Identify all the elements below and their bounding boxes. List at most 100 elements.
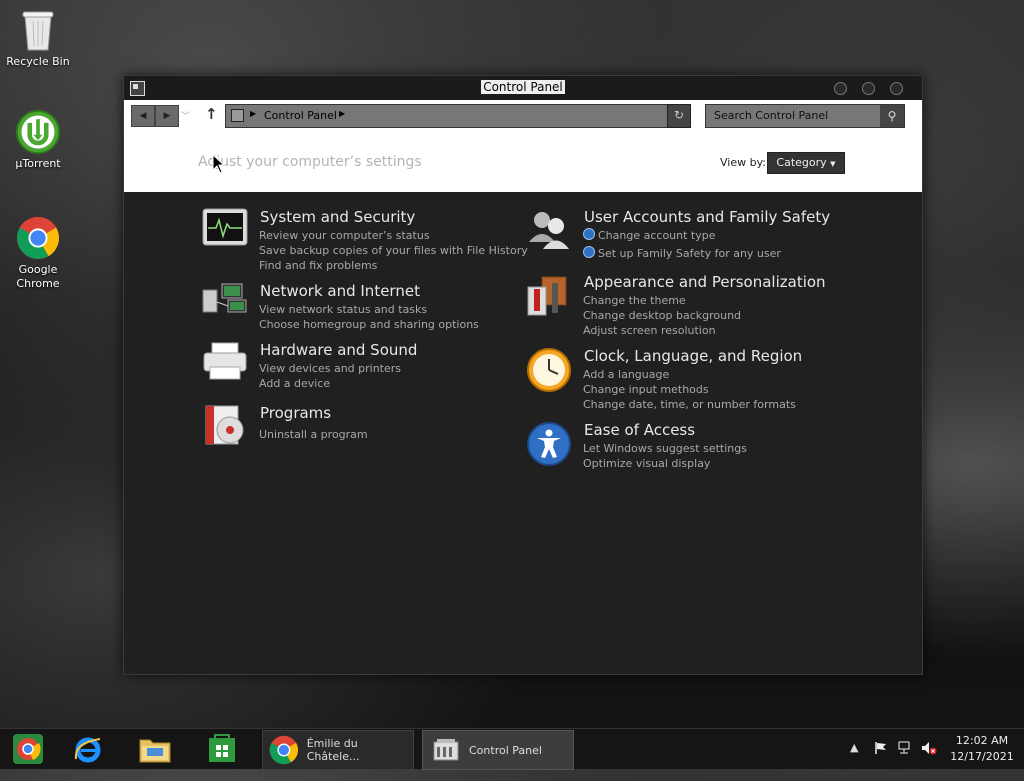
category-link[interactable]: Save backup copies of your files with Fi… bbox=[259, 243, 528, 258]
desktop-icon-label: µTorrent bbox=[15, 157, 61, 170]
search-button[interactable]: ⚲ bbox=[880, 105, 904, 127]
category-appearance-and-personalization: Appearance and Personalization Change th… bbox=[526, 273, 826, 337]
category-link[interactable]: Find and fix problems bbox=[259, 258, 528, 273]
category-link[interactable]: View devices and printers bbox=[259, 361, 401, 376]
clock-date: 12/17/2021 bbox=[950, 750, 1014, 763]
control-panel-icon bbox=[231, 109, 244, 122]
category-title[interactable]: System and Security bbox=[260, 208, 415, 226]
search-box[interactable]: Search Control Panel ⚲ bbox=[705, 104, 905, 128]
category-title[interactable]: Programs bbox=[260, 404, 331, 422]
page-title: Adjust your computer’s settings bbox=[198, 154, 422, 170]
recycle-bin-icon bbox=[16, 8, 60, 52]
category-link[interactable]: Uninstall a program bbox=[259, 427, 368, 442]
category-link[interactable]: View network status and tasks bbox=[259, 302, 479, 317]
category-title[interactable]: Clock, Language, and Region bbox=[584, 347, 802, 365]
category-link[interactable]: Review your computer’s status bbox=[259, 228, 528, 243]
task-label: Émilie du Châtele... bbox=[306, 737, 360, 763]
category-network-and-internet: Network and Internet View network status… bbox=[202, 282, 502, 332]
taskbar-clock[interactable]: 12:02 AM 12/17/2021 bbox=[944, 733, 1020, 765]
category-link[interactable]: Change date, time, or number formats bbox=[583, 397, 796, 412]
chevron-down-icon: ﹀ bbox=[181, 112, 191, 122]
programs-disc-icon[interactable] bbox=[202, 404, 248, 450]
clock-time: 12:02 AM bbox=[955, 734, 1009, 747]
category-link[interactable]: Add a language bbox=[583, 367, 796, 382]
chevron-down-icon: ▼ bbox=[830, 160, 836, 168]
start-button[interactable] bbox=[6, 729, 50, 769]
view-by-dropdown[interactable]: Category ▼ bbox=[767, 152, 845, 174]
page-header: Adjust your computer’s settings View by:… bbox=[124, 130, 922, 192]
recent-locations-dropdown[interactable]: ﹀ bbox=[181, 109, 190, 122]
category-ease-of-access: Ease of Access Let Windows suggest setti… bbox=[526, 421, 826, 471]
category-links: Let Windows suggest settings Optimize vi… bbox=[583, 441, 747, 471]
desktop-icon-recycle-bin[interactable]: Recycle Bin bbox=[4, 8, 72, 69]
control-panel-window: Control Panel ◀ ▶ ﹀ ↑ ▶ Control Panel ▶ … bbox=[123, 75, 923, 675]
category-link[interactable]: Change the theme bbox=[583, 293, 741, 308]
title-bar[interactable]: Control Panel bbox=[124, 76, 922, 100]
category-link[interactable]: Add a device bbox=[259, 376, 401, 391]
category-link[interactable]: Adjust screen resolution bbox=[583, 323, 741, 338]
window-title: Control Panel bbox=[481, 80, 565, 94]
category-title[interactable]: Network and Internet bbox=[260, 282, 420, 300]
printer-icon[interactable] bbox=[202, 341, 248, 387]
action-center-flag-icon[interactable] bbox=[874, 741, 888, 781]
up-button[interactable]: ↑ bbox=[205, 105, 218, 123]
category-links: View devices and printers Add a device bbox=[259, 361, 401, 391]
accessibility-icon[interactable] bbox=[526, 421, 572, 467]
category-title[interactable]: User Accounts and Family Safety bbox=[584, 208, 830, 226]
taskbar-task-control-panel[interactable]: Control Panel bbox=[422, 730, 574, 770]
taskbar-internet-explorer[interactable] bbox=[66, 729, 110, 769]
minimize-button[interactable] bbox=[834, 82, 847, 95]
taskbar-store[interactable] bbox=[200, 729, 244, 769]
breadcrumb-arrow-icon[interactable]: ▶ bbox=[250, 109, 256, 118]
category-link[interactable]: Set up Family Safety for any user bbox=[583, 245, 781, 263]
category-links: Change account type Set up Family Safety… bbox=[583, 227, 781, 263]
shield-icon bbox=[583, 228, 595, 240]
close-button[interactable] bbox=[890, 82, 903, 95]
category-links: Add a language Change input methods Chan… bbox=[583, 367, 796, 412]
category-link[interactable]: Change account type bbox=[583, 227, 781, 245]
category-links: Review your computer’s status Save backu… bbox=[259, 228, 528, 273]
user-accounts-icon[interactable] bbox=[526, 208, 572, 254]
system-monitor-icon[interactable] bbox=[202, 208, 248, 254]
control-panel-icon bbox=[433, 739, 459, 761]
category-link[interactable]: Change desktop background bbox=[583, 308, 741, 323]
forward-arrow-icon: ▶ bbox=[163, 111, 171, 121]
refresh-icon: ↻ bbox=[673, 108, 685, 122]
category-link[interactable]: Optimize visual display bbox=[583, 456, 747, 471]
desktop-icon-google-chrome[interactable]: Google Chrome bbox=[4, 216, 72, 291]
show-hidden-icons-button[interactable]: ▲ bbox=[850, 741, 864, 781]
breadcrumb-control-panel[interactable]: Control Panel bbox=[264, 109, 337, 122]
back-button[interactable]: ◀ bbox=[131, 105, 155, 127]
taskbar-task-chrome[interactable]: Émilie du Châtele... bbox=[262, 730, 414, 770]
taskbar-file-explorer[interactable] bbox=[133, 729, 177, 769]
network-computers-icon[interactable] bbox=[202, 282, 248, 328]
category-link[interactable]: Choose homegroup and sharing options bbox=[259, 317, 479, 332]
forward-button[interactable]: ▶ bbox=[155, 105, 179, 127]
personalization-icon[interactable] bbox=[526, 273, 572, 319]
category-title[interactable]: Appearance and Personalization bbox=[584, 273, 826, 291]
desktop-icon-utorrent[interactable]: µTorrent bbox=[4, 110, 72, 171]
chrome-icon bbox=[269, 735, 299, 765]
clock-icon[interactable] bbox=[526, 347, 572, 393]
category-link[interactable]: Change input methods bbox=[583, 382, 796, 397]
chrome-icon bbox=[16, 216, 60, 260]
category-link[interactable]: Let Windows suggest settings bbox=[583, 441, 747, 456]
address-bar[interactable]: ▶ Control Panel ▶ bbox=[225, 104, 689, 128]
refresh-button[interactable]: ↻ bbox=[667, 104, 691, 128]
category-links: View network status and tasks Choose hom… bbox=[259, 302, 479, 332]
category-links: Uninstall a program bbox=[259, 427, 368, 442]
taskbar: Émilie du Châtele... Control Panel ▲ 12:… bbox=[0, 728, 1024, 770]
category-title[interactable]: Ease of Access bbox=[584, 421, 695, 439]
category-clock-language-region: Clock, Language, and Region Add a langua… bbox=[526, 347, 826, 411]
shield-icon bbox=[583, 246, 595, 258]
navigation-toolbar: ◀ ▶ ﹀ ↑ ▶ Control Panel ▶ ↻ Search Contr… bbox=[124, 100, 922, 130]
utorrent-icon bbox=[16, 110, 60, 154]
breadcrumb-arrow-icon[interactable]: ▶ bbox=[339, 109, 345, 118]
category-title[interactable]: Hardware and Sound bbox=[260, 341, 417, 359]
search-input[interactable]: Search Control Panel bbox=[714, 109, 828, 122]
network-icon[interactable] bbox=[898, 741, 914, 781]
desktop-icon-label: Recycle Bin bbox=[6, 55, 70, 68]
volume-muted-icon[interactable] bbox=[921, 741, 937, 781]
chevron-up-icon: ▲ bbox=[850, 741, 859, 754]
maximize-button[interactable] bbox=[862, 82, 875, 95]
